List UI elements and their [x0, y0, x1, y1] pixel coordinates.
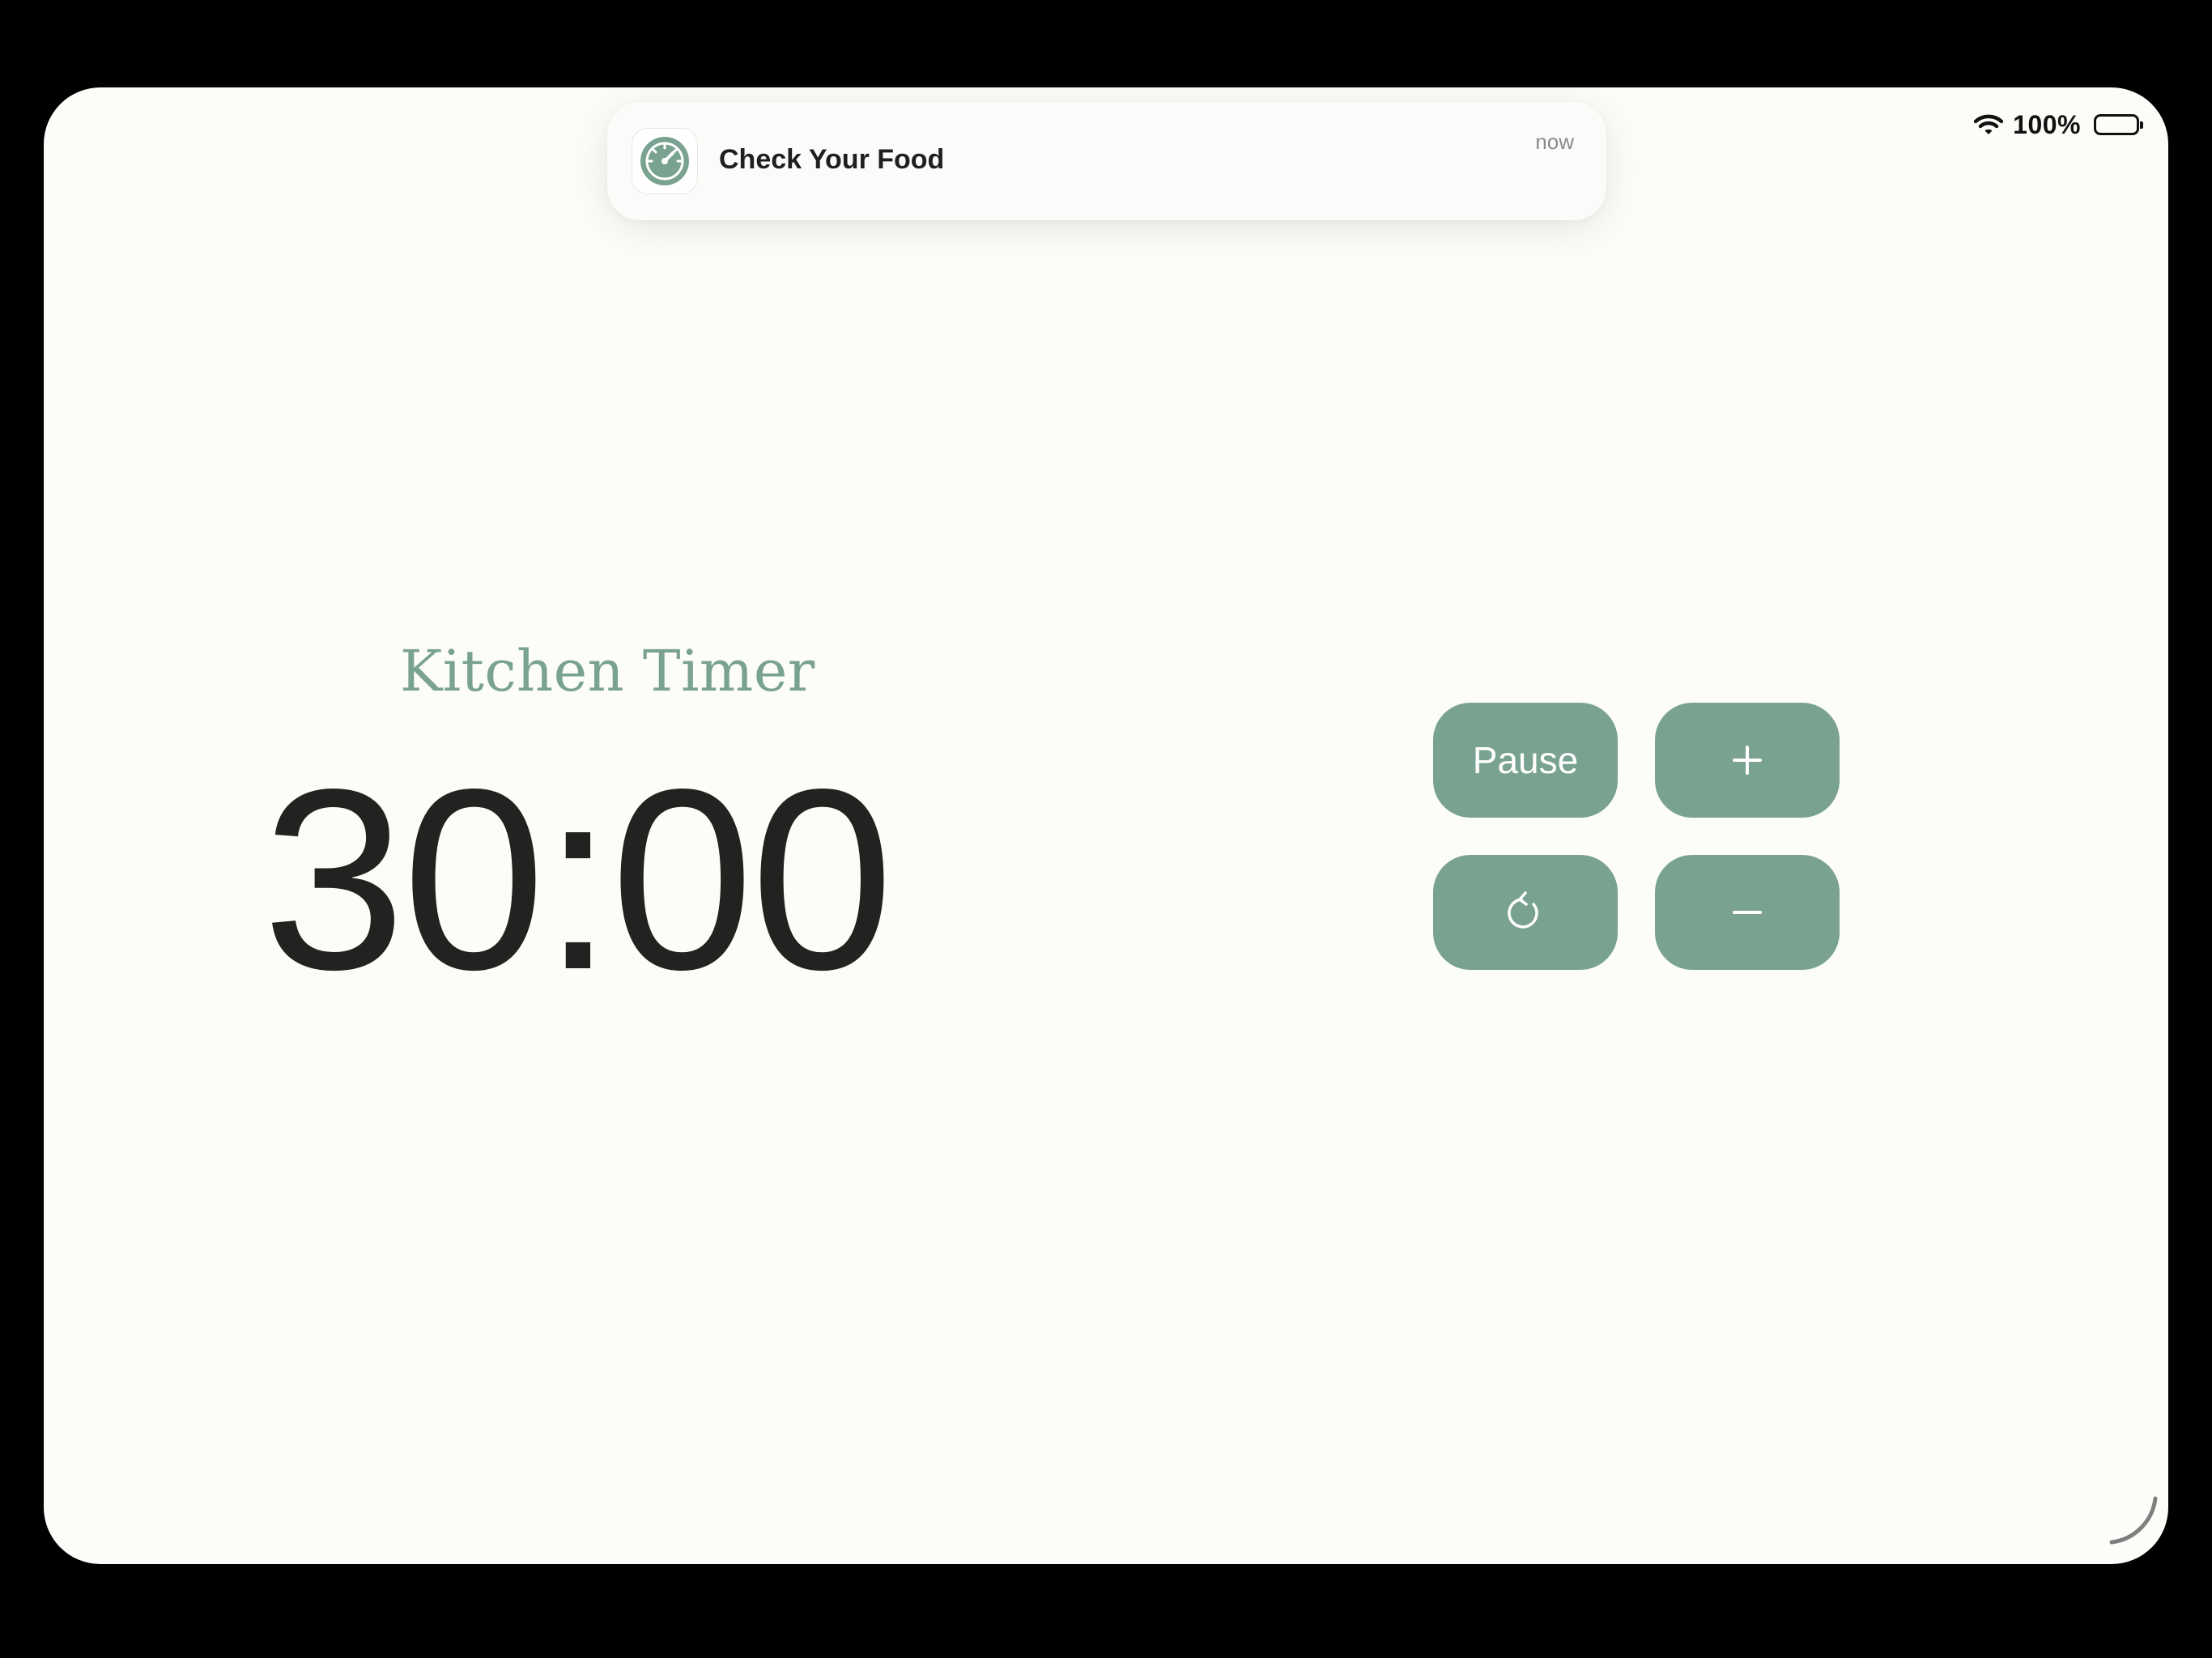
- timer-controls: Pause: [1433, 703, 1840, 970]
- notification-title: Check Your Food: [719, 144, 945, 175]
- timer-gauge-icon: [632, 128, 698, 194]
- reset-icon: [1504, 890, 1546, 935]
- app-screen: 100% Check Your Food now Kitchen Timer 3…: [44, 87, 2168, 1564]
- status-bar: 100%: [1974, 102, 2143, 147]
- battery-percentage: 100%: [2013, 109, 2081, 139]
- resize-corner-indicator: [2099, 1490, 2163, 1559]
- wifi-icon: [1974, 113, 2004, 136]
- reset-button[interactable]: [1433, 855, 1618, 970]
- notification-time: now: [1535, 130, 1574, 154]
- plus-icon: [1729, 742, 1765, 778]
- timer-title: Kitchen Timer: [400, 638, 815, 704]
- add-time-button[interactable]: [1655, 703, 1840, 818]
- subtract-time-button[interactable]: [1655, 855, 1840, 970]
- pause-button[interactable]: Pause: [1433, 703, 1618, 818]
- timer-display: 30:00: [262, 736, 894, 1023]
- notification-banner[interactable]: Check Your Food now: [607, 102, 1606, 220]
- minus-icon: [1729, 895, 1765, 930]
- battery-full-icon: [2094, 114, 2143, 135]
- pause-button-label: Pause: [1472, 739, 1579, 781]
